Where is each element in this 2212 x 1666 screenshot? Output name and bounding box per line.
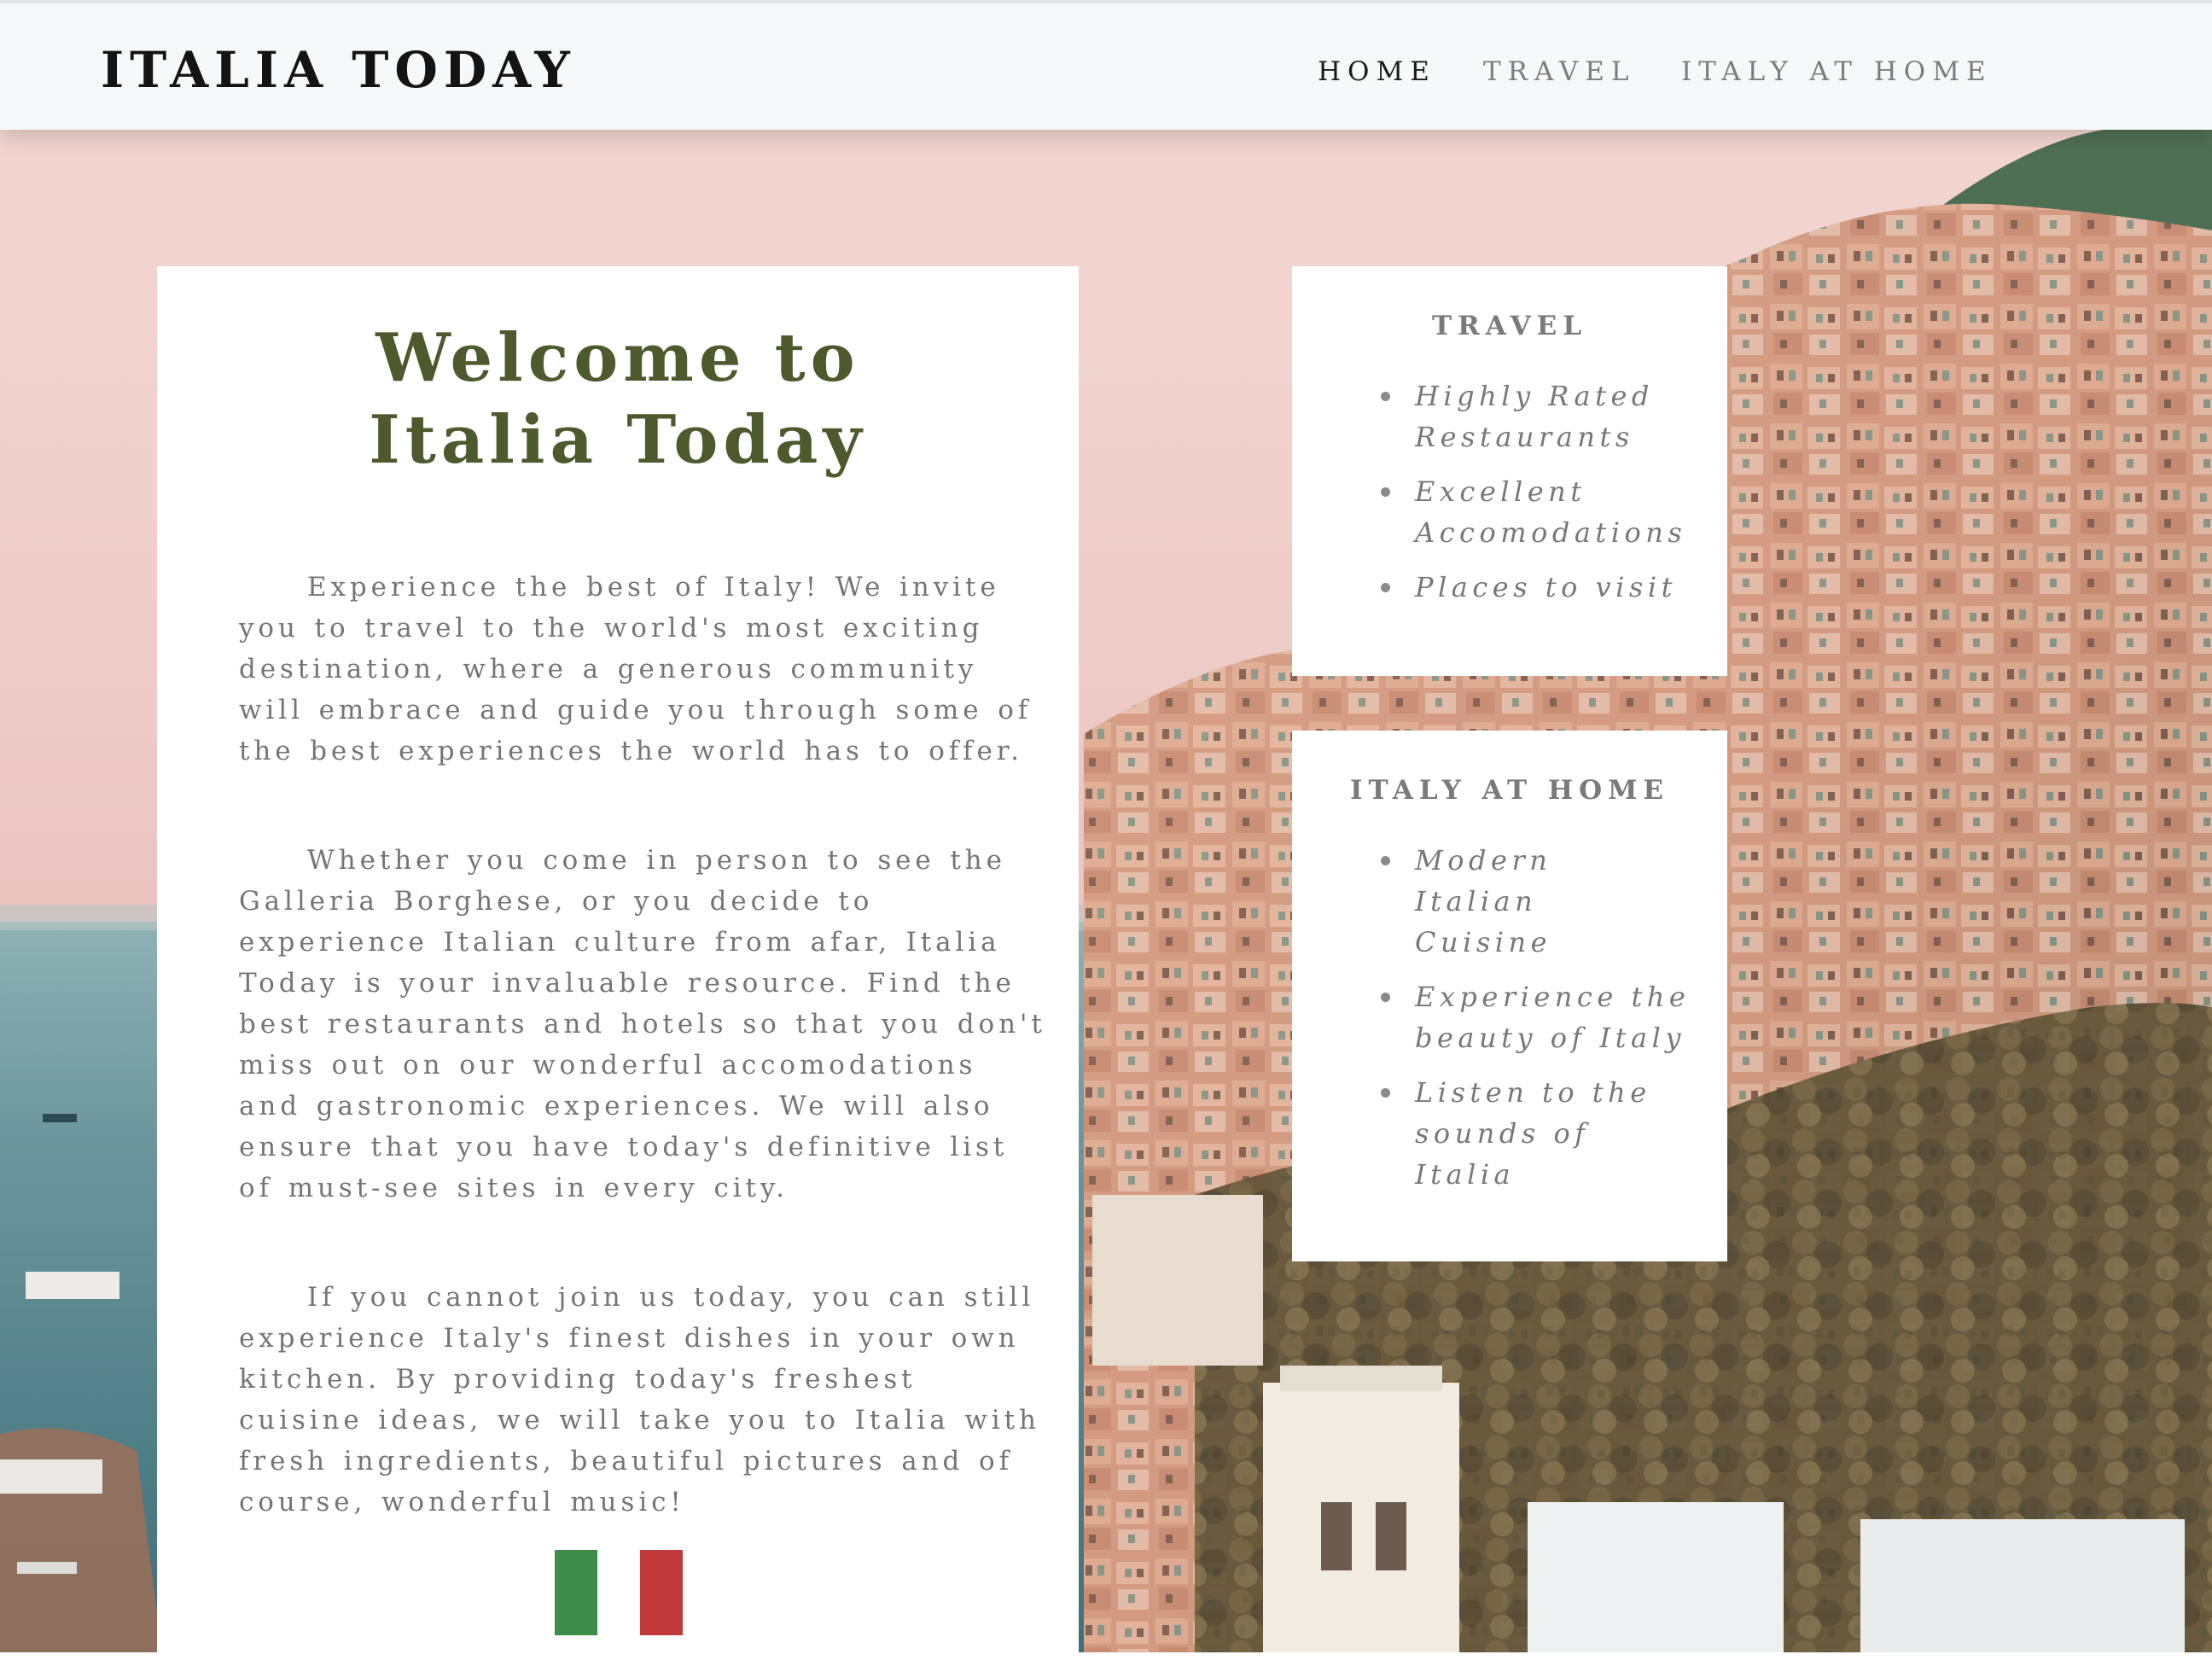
italy-at-home-list-item[interactable]: Listen to the sounds of Italia (1292, 1072, 1727, 1195)
travel-list-item[interactable]: Excellent Accomodations (1292, 471, 1727, 553)
italy-at-home-list-item[interactable]: Modern Italian Cuisine (1292, 840, 1727, 963)
nav-link-travel[interactable]: TRAVEL (1483, 56, 1635, 87)
travel-list-item[interactable]: Highly Rated Restaurants (1292, 376, 1727, 457)
bullet-icon (1381, 1088, 1390, 1098)
italy-at-home-card: ITALY AT HOME Modern Italian Cuisine Exp… (1292, 731, 1727, 1261)
welcome-heading-line-2: Italia Today (369, 401, 867, 479)
travel-item-label: Excellent Accomodations (1415, 475, 1687, 549)
flag-red-stripe (640, 1550, 683, 1635)
nav-link-home[interactable]: HOME (1318, 56, 1436, 87)
welcome-card: Welcome to Italia Today Experience the b… (157, 266, 1079, 1666)
site-brand-logo[interactable]: ITALIA TODAY (101, 41, 576, 99)
travel-list: Highly Rated Restaurants Excellent Accom… (1292, 376, 1727, 621)
travel-list-item[interactable]: Places to visit (1292, 567, 1727, 608)
travel-item-label: Places to visit (1415, 571, 1677, 603)
italy-at-home-card-title: ITALY AT HOME (1349, 775, 1670, 806)
welcome-heading: Welcome to Italia Today (157, 317, 1079, 481)
italy-at-home-item-label: Listen to the sounds of Italia (1415, 1076, 1651, 1191)
travel-card: TRAVEL Highly Rated Restaurants Excellen… (1292, 266, 1727, 676)
flag-green-stripe (555, 1550, 597, 1635)
welcome-heading-line-1: Welcome to (375, 319, 860, 397)
nav-link-italy-at-home[interactable]: ITALY AT HOME (1681, 56, 1993, 87)
bullet-icon (1381, 856, 1390, 865)
bullet-icon (1381, 993, 1390, 1002)
italy-at-home-item-label: Modern Italian Cuisine (1415, 844, 1552, 958)
italy-at-home-item-label: Experience the beauty of Italy (1415, 981, 1691, 1054)
italy-at-home-list: Modern Italian Cuisine Experience the be… (1292, 840, 1727, 1209)
italy-at-home-list-item[interactable]: Experience the beauty of Italy (1292, 976, 1727, 1058)
cuisine-paragraph: If you cannot join us today, you can sti… (239, 1282, 1040, 1517)
italian-flag-icon (555, 1550, 683, 1635)
bullet-icon (1381, 487, 1390, 497)
top-navigation-bar: ITALIA TODAY HOME TRAVEL ITALY AT HOME (0, 0, 2212, 130)
bullet-icon (1381, 583, 1390, 592)
travel-card-title: TRAVEL (1431, 311, 1588, 341)
intro-paragraph: Experience the best of Italy! We invite … (239, 572, 1033, 766)
flag-white-stripe (597, 1550, 640, 1635)
travel-item-label: Highly Rated Restaurants (1415, 380, 1654, 453)
bullet-icon (1381, 392, 1390, 401)
resources-paragraph: Whether you come in person to see the Ga… (239, 845, 1046, 1203)
